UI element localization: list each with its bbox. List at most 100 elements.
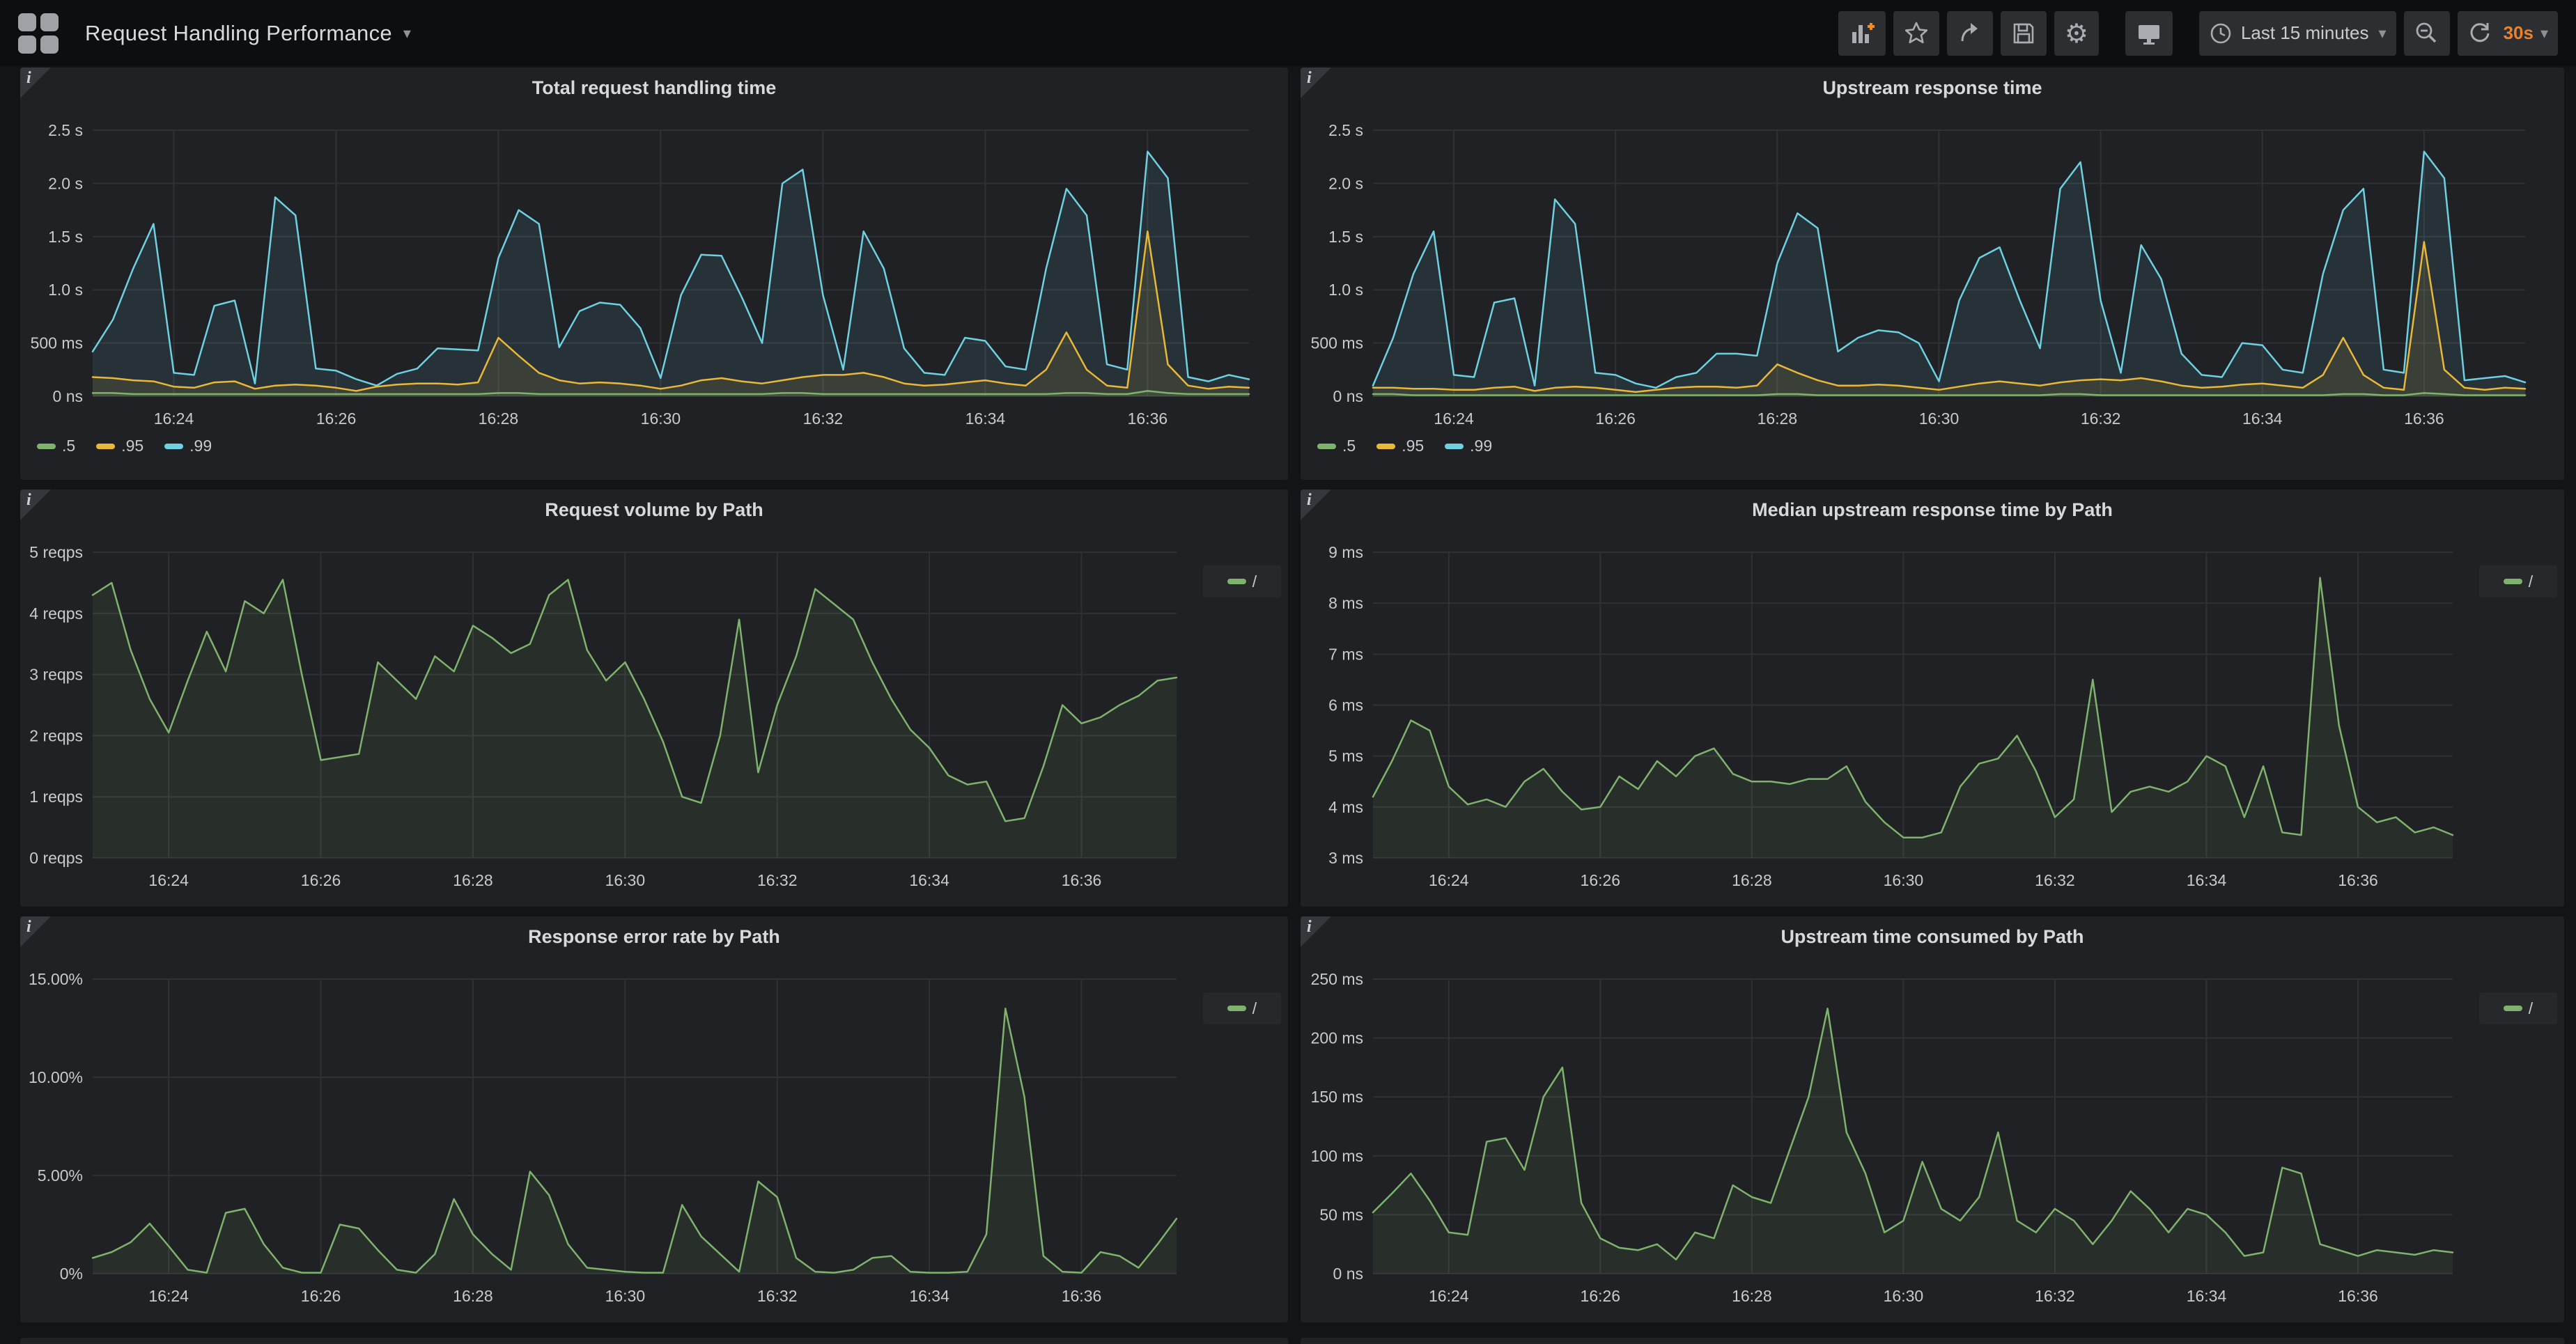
- legend-series-swatch: [1376, 444, 1395, 449]
- legend-series-label: /: [2529, 999, 2533, 1018]
- legend-series-label: .5: [1342, 437, 1356, 455]
- x-axis-label: 16:32: [2035, 871, 2075, 889]
- y-axis-label: 2.0 s: [1328, 174, 1363, 192]
- legend-series-label: .95: [121, 437, 143, 455]
- time-series-chart[interactable]: 9 ms8 ms7 ms6 ms5 ms4 ms3 ms16:2416:2616…: [1301, 490, 2564, 907]
- y-axis-label: 0 reqps: [29, 849, 83, 867]
- chart-legend: .5 .95 .99: [1317, 437, 1492, 455]
- y-axis-label: 2.5 s: [1328, 121, 1363, 139]
- grafana-grid-logo[interactable]: [18, 13, 59, 54]
- y-axis-label: 250 ms: [1311, 970, 1363, 988]
- cycle-view-mode-button[interactable]: [2125, 11, 2173, 56]
- legend-series-label: .95: [1402, 437, 1424, 455]
- legend-item[interactable]: /: [2504, 999, 2533, 1018]
- time-series-chart[interactable]: 250 ms200 ms150 ms100 ms50 ms0 ns16:2416…: [1301, 916, 2564, 1322]
- legend-series-swatch: [164, 444, 183, 449]
- panel-total-request-handling-time: i Total request handling time 2.5 s2.0 s…: [20, 68, 1288, 480]
- x-axis-label: 16:34: [2187, 871, 2227, 889]
- top-navbar: Request Handling Performance ▾ ⚙: [0, 0, 2576, 66]
- share-dashboard-button[interactable]: [1947, 11, 1993, 56]
- x-axis-label: 16:32: [2035, 1287, 2075, 1305]
- zoom-out-time-range-button[interactable]: [2404, 11, 2450, 56]
- y-axis-label: 200 ms: [1311, 1029, 1363, 1047]
- panel-median-upstream-response-time-by-path: i Median upstream response time by Path …: [1301, 490, 2564, 907]
- x-axis-label: 16:36: [2404, 409, 2444, 428]
- gear-icon: ⚙: [2065, 20, 2088, 47]
- plot-area: 5 reqps4 reqps3 reqps2 reqps1 reqps0 req…: [20, 490, 1288, 907]
- y-axis-label: 1.0 s: [48, 281, 83, 299]
- legend-series-swatch: [1317, 444, 1336, 449]
- time-series-chart[interactable]: 2.5 s2.0 s1.5 s1.0 s500 ms0 ns16:2416:26…: [1301, 68, 2564, 480]
- legend-item[interactable]: .99: [1445, 437, 1492, 455]
- y-axis-label: 2.5 s: [48, 121, 83, 139]
- x-axis-label: 16:28: [1732, 1287, 1772, 1305]
- y-axis-label: 100 ms: [1311, 1147, 1363, 1165]
- legend-item[interactable]: .5: [37, 437, 75, 455]
- y-axis-label: 5.00%: [38, 1166, 83, 1185]
- x-axis-label: 16:34: [2187, 1287, 2227, 1305]
- x-axis-label: 16:32: [757, 871, 798, 889]
- x-axis-label: 16:30: [1884, 1287, 1924, 1305]
- y-axis-label: 3 ms: [1328, 849, 1363, 867]
- x-axis-label: 16:36: [2338, 871, 2378, 889]
- time-series-chart[interactable]: 15.00%10.00%5.00%0%16:2416:2616:2816:301…: [20, 916, 1288, 1322]
- time-series-chart[interactable]: 5 reqps4 reqps3 reqps2 reqps1 reqps0 req…: [20, 490, 1288, 907]
- legend-item[interactable]: .95: [96, 437, 143, 455]
- y-axis-label: 4 reqps: [29, 604, 83, 623]
- plot-area: 2.5 s2.0 s1.5 s1.0 s500 ms0 ns16:2416:26…: [20, 68, 1288, 480]
- bar-chart-plus-icon: [1848, 19, 1876, 47]
- caret-down-icon: ▾: [2379, 24, 2387, 42]
- y-axis-label: 7 ms: [1328, 645, 1363, 663]
- y-axis-label: 9 ms: [1328, 543, 1363, 561]
- x-axis-label: 16:36: [1062, 1287, 1102, 1305]
- x-axis-label: 16:30: [605, 1287, 646, 1305]
- y-axis-label: 2.0 s: [48, 174, 83, 192]
- refresh-dashboard-button[interactable]: 30s ▾: [2458, 11, 2558, 56]
- legend-series-label: /: [2529, 572, 2533, 591]
- dashboard-title: Request Handling Performance: [85, 21, 392, 46]
- x-axis-label: 16:36: [1062, 871, 1102, 889]
- y-axis-label: 150 ms: [1311, 1088, 1363, 1106]
- y-axis-label: 0 ns: [53, 387, 83, 405]
- legend-item[interactable]: .99: [164, 437, 212, 455]
- chart-legend: /: [1203, 992, 1281, 1024]
- y-axis-label: 500 ms: [1311, 334, 1363, 352]
- y-axis-label: 15.00%: [29, 970, 83, 988]
- star-icon: [1903, 20, 1930, 47]
- dashboard-settings-button[interactable]: ⚙: [2054, 11, 2099, 56]
- legend-series-swatch: [1445, 444, 1464, 449]
- x-axis-label: 16:26: [301, 871, 341, 889]
- save-icon: [2010, 20, 2037, 47]
- y-axis-label: 10.00%: [29, 1068, 83, 1086]
- y-axis-label: 5 reqps: [29, 543, 83, 561]
- y-axis-label: 1 reqps: [29, 788, 83, 806]
- x-axis-label: 16:28: [479, 409, 519, 428]
- legend-series-swatch: [1227, 579, 1246, 584]
- x-axis-label: 16:30: [1919, 409, 1960, 428]
- y-axis-label: 5 ms: [1328, 747, 1363, 765]
- legend-item[interactable]: /: [1227, 999, 1257, 1018]
- legend-item[interactable]: /: [2504, 572, 2533, 591]
- legend-series-label: .99: [1470, 437, 1492, 455]
- time-series-chart[interactable]: 2.5 s2.0 s1.5 s1.0 s500 ms0 ns16:2416:26…: [20, 68, 1288, 480]
- dashboard-title-dropdown[interactable]: Request Handling Performance ▾: [85, 21, 411, 46]
- legend-item[interactable]: /: [1227, 572, 1257, 591]
- add-panel-button[interactable]: [1838, 11, 1886, 56]
- legend-item[interactable]: .5: [1317, 437, 1356, 455]
- share-icon: [1957, 20, 1983, 47]
- y-axis-label: 1.5 s: [1328, 228, 1363, 246]
- save-dashboard-button[interactable]: [2001, 11, 2047, 56]
- time-picker-button[interactable]: Last 15 minutes ▾: [2199, 11, 2396, 56]
- y-axis-label: 1.5 s: [48, 228, 83, 246]
- y-axis-label: 3 reqps: [29, 666, 83, 684]
- panel-partial-next-row: [20, 1338, 1288, 1344]
- plot-area: 15.00%10.00%5.00%0%16:2416:2616:2816:301…: [20, 916, 1288, 1322]
- chart-legend: /: [1203, 565, 1281, 597]
- legend-item[interactable]: .95: [1376, 437, 1424, 455]
- panel-request-volume-by-path: i Request volume by Path 5 reqps4 reqps3…: [20, 490, 1288, 907]
- x-axis-label: 16:28: [453, 1287, 493, 1305]
- magnifier-minus-icon: [2414, 20, 2440, 47]
- legend-series-swatch: [37, 444, 56, 449]
- x-axis-label: 16:26: [1581, 871, 1621, 889]
- mark-favorite-button[interactable]: [1893, 11, 1939, 56]
